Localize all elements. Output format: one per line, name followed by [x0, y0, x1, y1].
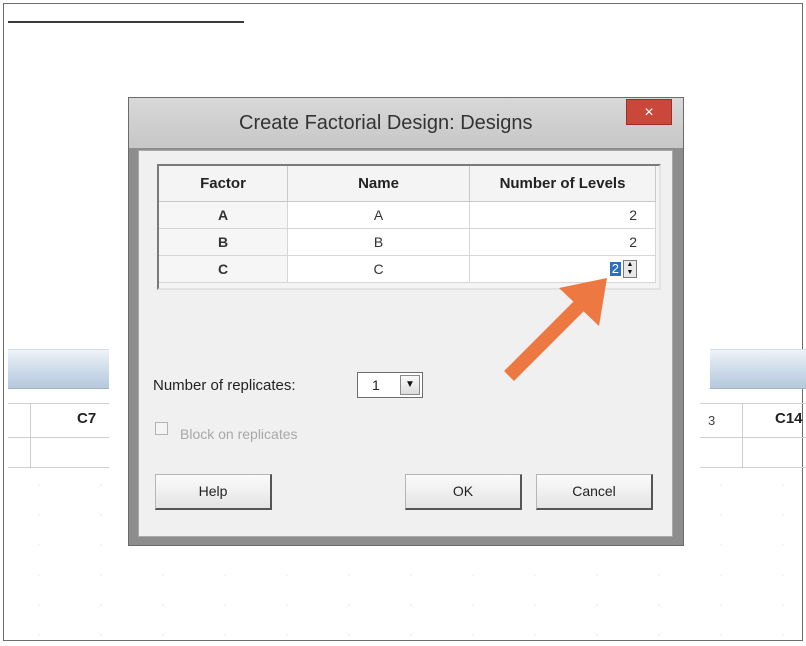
table-row: B B 2 [159, 228, 656, 256]
replicates-label: Number of replicates: [153, 377, 296, 394]
dialog-title-bar[interactable]: Create Factorial Design: Designs × [129, 98, 683, 148]
worksheet-gridline [8, 437, 109, 438]
dialog-title: Create Factorial Design: Designs [239, 112, 533, 134]
chevron-down-icon[interactable]: ▼ [400, 375, 420, 395]
factor-table: Factor Name Number of Levels A A 2 B B 2… [159, 166, 656, 283]
levels-cell[interactable]: 2 [469, 201, 656, 229]
help-button[interactable]: Help [155, 474, 272, 510]
worksheet-gridline [742, 403, 743, 467]
cancel-button[interactable]: Cancel [536, 474, 653, 510]
spin-up-icon[interactable]: ▲ [624, 261, 636, 269]
replicates-dropdown[interactable]: 1 ▼ [357, 372, 423, 398]
worksheet-gridline [30, 403, 31, 467]
spin-down-icon[interactable]: ▼ [624, 269, 636, 277]
ok-button[interactable]: OK [405, 474, 522, 510]
worksheet-gridline [700, 467, 806, 468]
name-cell[interactable]: B [287, 228, 470, 256]
spinner-arrows-icon[interactable]: ▲ ▼ [623, 260, 637, 278]
factor-cell: B [159, 228, 288, 256]
column-header-fragment: 3 [708, 413, 716, 428]
column-header-c14[interactable]: C14 [775, 410, 803, 427]
table-row: A A 2 [159, 201, 656, 229]
worksheet-gridline [8, 403, 109, 404]
annotation-arrow-icon [504, 278, 607, 381]
close-button[interactable]: × [626, 99, 672, 125]
worksheet-header-band-right [710, 349, 806, 389]
worksheet-gridline [8, 467, 109, 468]
close-icon: × [644, 104, 654, 121]
column-header-c7[interactable]: C7 [77, 410, 96, 427]
grid-header-row: Factor Name Number of Levels [159, 166, 656, 202]
worksheet-gridline [700, 437, 806, 438]
worksheet-gridline [700, 403, 806, 404]
factor-cell: C [159, 255, 288, 283]
name-cell[interactable]: A [287, 201, 470, 229]
levels-cell[interactable]: 2 [469, 228, 656, 256]
factor-cell: A [159, 201, 288, 229]
block-on-replicates-label: Block on replicates [180, 426, 298, 442]
replicates-value: 1 [372, 377, 380, 393]
header-name: Name [287, 166, 470, 202]
header-factor: Factor [159, 166, 288, 202]
name-cell[interactable]: C [287, 255, 470, 283]
block-on-replicates-checkbox[interactable] [155, 422, 168, 435]
divider-line [8, 21, 244, 23]
header-number-of-levels: Number of Levels [469, 166, 656, 202]
worksheet-header-band-left [8, 349, 109, 389]
